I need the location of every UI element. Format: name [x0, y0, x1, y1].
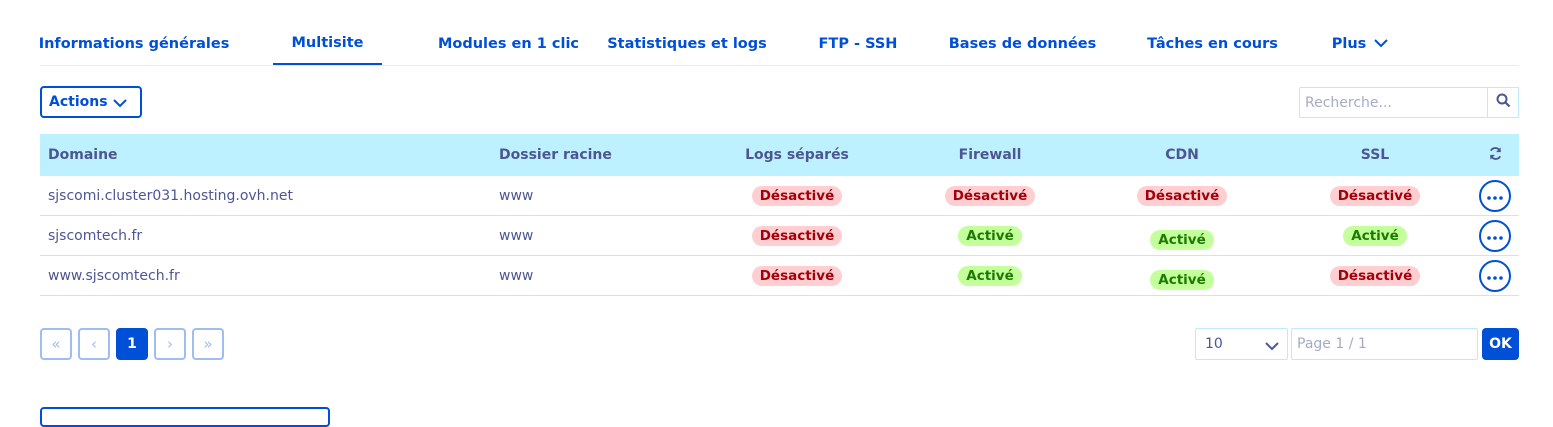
column-header-domaine[interactable]: Domaine — [48, 134, 118, 176]
actions-dropdown-button[interactable]: Actions — [40, 86, 142, 118]
actions-label: Actions — [49, 94, 108, 110]
tab-label: Multisite — [291, 34, 364, 51]
table-row: sjscomi.cluster031.hosting.ovh.net www D… — [40, 176, 1519, 216]
first-page-button[interactable]: « — [40, 328, 72, 360]
cdn-cell: Activé — [1092, 216, 1272, 256]
ellipsis-icon — [1487, 268, 1503, 284]
previous-page-button[interactable]: ‹ — [78, 328, 110, 360]
firewall-cell: Désactivé — [900, 176, 1080, 216]
status-badge: Désactivé — [751, 266, 843, 286]
tab-informations-generales[interactable]: Informations générales — [38, 22, 230, 65]
next-page-button[interactable]: › — [154, 328, 186, 360]
row-menu-button[interactable] — [1479, 220, 1511, 252]
status-badge: Désactivé — [944, 186, 1036, 206]
tab-multisite[interactable]: Multisite — [273, 22, 382, 65]
ssl-cell: Désactivé — [1285, 256, 1465, 296]
bottom-button-partial[interactable] — [40, 407, 330, 427]
search-icon — [1496, 93, 1511, 112]
row-menu-button[interactable] — [1479, 260, 1511, 292]
status-badge: Activé — [1343, 226, 1407, 246]
search-input[interactable] — [1299, 87, 1487, 118]
actions-cell — [1479, 216, 1511, 256]
logs-cell: Désactivé — [707, 176, 887, 216]
refresh-button[interactable] — [1480, 134, 1510, 176]
root-folder-cell: www — [499, 228, 534, 244]
column-header-firewall[interactable]: Firewall — [900, 134, 1080, 176]
cdn-cell: Désactivé — [1092, 176, 1272, 216]
status-badge: Désactivé — [1329, 266, 1421, 286]
status-badge: Désactivé — [751, 226, 843, 246]
cdn-cell: Activé — [1092, 256, 1272, 296]
logs-cell: Désactivé — [707, 216, 887, 256]
domain-cell: sjscomi.cluster031.hosting.ovh.net — [48, 188, 293, 204]
tab-label: Bases de données — [948, 35, 1097, 52]
refresh-icon — [1488, 146, 1503, 165]
status-badge: Activé — [958, 226, 1022, 246]
status-badge: Désactivé — [1136, 186, 1228, 206]
ellipsis-icon — [1487, 228, 1503, 244]
status-badge: Activé — [1150, 270, 1214, 290]
page-number-input[interactable] — [1291, 328, 1478, 360]
tab-plus[interactable]: Plus — [1320, 22, 1400, 65]
column-header-dossier-racine[interactable]: Dossier racine — [499, 134, 612, 176]
chevron-down-icon — [1374, 39, 1388, 48]
status-badge: Désactivé — [751, 186, 843, 206]
logs-cell: Désactivé — [707, 256, 887, 296]
actions-cell — [1479, 256, 1511, 296]
tab-modules-1-clic[interactable]: Modules en 1 clic — [421, 22, 596, 65]
column-header-ssl[interactable]: SSL — [1285, 134, 1465, 176]
table-row: sjscomtech.fr www Désactivé Activé Activ… — [40, 216, 1519, 256]
tab-bar: Informations générales Multisite Modules… — [38, 22, 1519, 66]
status-badge: Activé — [958, 266, 1022, 286]
search-button[interactable] — [1487, 87, 1519, 118]
last-page-button[interactable]: » — [192, 328, 224, 360]
ssl-cell: Activé — [1285, 216, 1465, 256]
row-menu-button[interactable] — [1479, 180, 1511, 212]
root-folder-cell: www — [499, 188, 534, 204]
domain-cell: sjscomtech.fr — [48, 228, 143, 244]
tab-label: Informations générales — [38, 35, 230, 52]
tab-taches-en-cours[interactable]: Tâches en cours — [1145, 22, 1280, 65]
tab-label: FTP - SSH — [818, 35, 898, 52]
status-badge: Activé — [1150, 230, 1214, 250]
ellipsis-icon — [1487, 188, 1503, 204]
table-row: www.sjscomtech.fr www Désactivé Activé A… — [40, 256, 1519, 296]
column-header-logs-separes[interactable]: Logs séparés — [707, 134, 887, 176]
multisite-table: Domaine Dossier racine Logs séparés Fire… — [40, 134, 1519, 296]
column-header-cdn[interactable]: CDN — [1092, 134, 1272, 176]
root-folder-cell: www — [499, 268, 534, 284]
ok-button[interactable]: OK — [1482, 328, 1519, 360]
tab-ftp-ssh[interactable]: FTP - SSH — [810, 22, 906, 65]
firewall-cell: Activé — [900, 256, 1080, 296]
tab-bases-de-donnees[interactable]: Bases de données — [948, 22, 1097, 65]
chevron-down-icon — [1265, 339, 1279, 355]
actions-cell — [1479, 176, 1511, 216]
tab-label: Statistiques et logs — [607, 35, 767, 52]
page-size-select[interactable]: 10 — [1195, 328, 1288, 360]
tab-label: Tâches en cours — [1147, 35, 1278, 52]
domain-cell: www.sjscomtech.fr — [48, 268, 180, 284]
status-badge: Désactivé — [1329, 186, 1421, 206]
tab-label: Modules en 1 clic — [437, 35, 580, 52]
search-box — [1299, 87, 1519, 118]
current-page-button[interactable]: 1 — [116, 328, 148, 360]
chevron-down-icon — [113, 96, 127, 112]
tab-label: Plus — [1331, 35, 1367, 52]
ssl-cell: Désactivé — [1285, 176, 1465, 216]
tab-statistiques-logs[interactable]: Statistiques et logs — [607, 22, 767, 65]
page-size-value: 10 — [1205, 336, 1223, 352]
firewall-cell: Activé — [900, 216, 1080, 256]
table-header: Domaine Dossier racine Logs séparés Fire… — [40, 134, 1519, 176]
